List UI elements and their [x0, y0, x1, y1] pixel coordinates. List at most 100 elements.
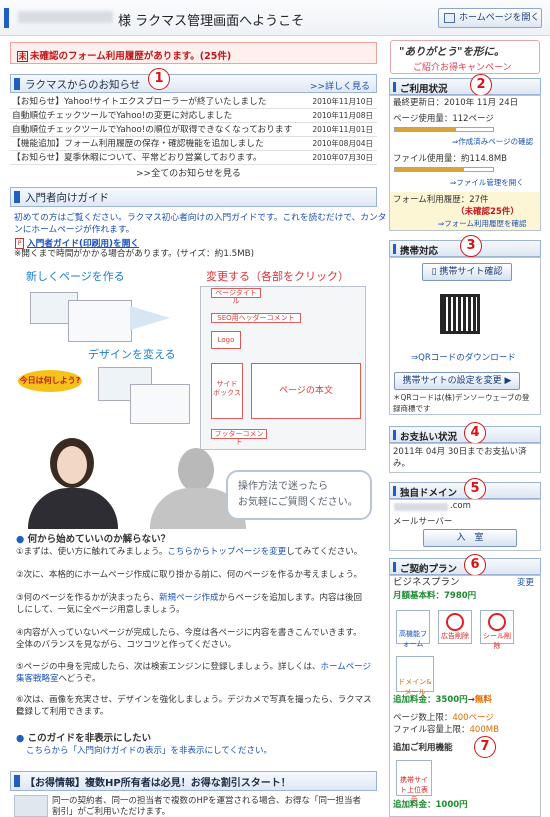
payment-status: 2011年 04月 30日までお支払い済	[393, 447, 527, 457]
all-news-link[interactable]: >>全てのお知らせを見る	[136, 166, 241, 179]
steps-title: ● 何から始めていいのか解らない？	[16, 534, 372, 546]
domain-mail-label: ドメイン&メール	[398, 678, 432, 696]
mobile-settings-label: 携帯サイトの設定を変更	[402, 376, 502, 386]
file-limit: ファイル容量上限：400MB	[393, 724, 499, 736]
step-5: ⑤ページの中身を完成したら、次は検索エンジンに登録しましょう。詳しくは、ホームペ…	[16, 661, 372, 673]
open-homepage-button[interactable]: ホームページを開く	[438, 8, 542, 28]
page-limit: ページ数上限：400ページ	[393, 712, 494, 724]
news-row-title: 【お知らせ】Yahoo!サイトエクスプローラーが終了いたしました	[12, 97, 267, 107]
screen-thumbnail	[130, 384, 190, 424]
guide-intro-line1: 初めての方はご覧ください。ラクマス初心者向けの入門ガイドです。これを読むだけで、…	[14, 213, 387, 223]
mobile-settings-button[interactable]: 携帯サイトの設定を変更 ▶	[394, 372, 520, 390]
open-homepage-label: ホームページを開く	[459, 13, 540, 23]
footer-part[interactable]: フッターコメント	[211, 429, 267, 446]
guide-section-title: 入門者向けガイド	[10, 187, 377, 207]
add-fee-new: 無料	[474, 695, 492, 705]
bullet-icon: ●	[16, 733, 25, 744]
add-fee: 追加料金：3500円→無料	[393, 694, 492, 706]
step5-tail: へどうぞ。	[58, 674, 101, 684]
deal-title: 【お得情報】複数HP所有者は必見！お得な割引スタート！	[25, 778, 291, 789]
arrow-right-icon: ▶	[504, 376, 512, 386]
qr-code-icon	[440, 294, 480, 334]
page-title: 様 ラクマス管理画面へようこそ	[118, 14, 305, 29]
advanced-form-icon: 高機能フォーム	[396, 610, 430, 648]
today-bubble: 今日は何しよう?	[18, 370, 82, 392]
step-1: ①まずは、使い方に触れてみましょう。こちらからトップページを変更してみてください…	[16, 546, 372, 558]
mobile-site-check-button[interactable]: ▯ 携帯サイト確認	[422, 263, 512, 281]
hide-guide-link-text[interactable]: こちらから「入門向けガイドの表示」を非表示にしてください。	[26, 746, 272, 756]
prohibited-mark-icon	[446, 613, 464, 631]
annotation-badge-4: 4	[464, 422, 486, 444]
page-usage-meter	[394, 127, 494, 132]
ad-removal-label: 広告削除	[441, 632, 469, 640]
hide-guide-title: ● このガイドを非表示にしたい	[16, 733, 372, 745]
plan-fee: 月額基本料：7980円	[393, 591, 477, 601]
top-page-edit-link[interactable]: こちらからトップページを変更	[167, 547, 286, 557]
add-fee-label: 追加料金：	[393, 695, 436, 705]
plan-title: ご契約プラン	[400, 564, 458, 575]
window-icon	[444, 13, 455, 23]
pdf-note: ※開くまで時間がかかる場合があります。(サイズ：約1.5MB)	[14, 249, 255, 259]
news-row-title: 【お知らせ】夏季休暇について、平常どおり営業しております。	[12, 153, 262, 163]
mobile-title: 携帯対応	[400, 246, 439, 257]
unconfirmed-form-notice[interactable]: 未未確認のフォーム利用履歴があります。(25件)	[10, 42, 377, 64]
created-pages-link[interactable]: ⇒作成済みページの確認	[452, 136, 533, 148]
woman-face	[57, 446, 87, 484]
help-balloon: 操作方法で迷ったら お気軽にご質問ください。	[226, 470, 372, 520]
deal-text-2: 割引」がご利用いただけます。	[52, 807, 171, 817]
news-row-date: 2010年11月10日	[312, 97, 373, 106]
page-layout-mock: ページタイトル SEO用ヘッダーコメント Logo サイド ボックス ページの本…	[200, 286, 366, 450]
body-part[interactable]: ページの本文	[251, 363, 361, 419]
steps-title-text: 何から始めていいのか解らない？	[27, 534, 171, 545]
news-row[interactable]: 【お知らせ】Yahoo!サイトエクスプローラーが終了いたしました 2010年11月…	[10, 95, 377, 109]
add-fee-arrow: →	[467, 695, 475, 705]
news-row-date: 2010年07月30日	[312, 153, 373, 162]
qr-download-link[interactable]: ⇒QRコードのダウンロード	[411, 352, 516, 364]
news-row[interactable]: 【お知らせ】夏季休暇について、平常どおり営業しております。 2010年07月30日	[10, 151, 377, 165]
sidebox-part[interactable]: サイド ボックス	[211, 363, 243, 419]
page-title-part[interactable]: ページタイトル	[211, 288, 261, 305]
news-row[interactable]: 自動順位チェックツールでYahoo!の変更に対応しました 2010年11月08日	[10, 109, 377, 123]
mail-enter-button[interactable]: 入 室	[423, 529, 517, 547]
step-3: ③何のページを作るかが決まったら、新規ページ作成からページを追加します。内容は後…	[16, 592, 372, 604]
plan-name: ビジネスプラン	[393, 577, 460, 588]
logo-part[interactable]: Logo	[211, 331, 241, 349]
annotation-badge-2: 2	[470, 74, 492, 96]
extra-fee: 追加料金：1000円	[393, 800, 468, 810]
blurred-user-name	[18, 11, 113, 23]
step5-text: ⑤ページの中身を完成したら、次は検索エンジンに登録しましょう。詳しくは、	[16, 662, 321, 672]
deal-section-title: 【お得情報】複数HP所有者は必見！お得な割引スタート！	[10, 771, 377, 791]
news-row[interactable]: 自動順位チェックツールでYahoo!の順位が取得できなくなっております 2010年…	[10, 123, 377, 137]
domain-value: .com	[450, 501, 471, 511]
step-2: ②次に、本格的にホームページ作成に取り掛かる前に、何のページを作るか考えましょう…	[16, 570, 363, 580]
referral-campaign-banner[interactable]: "ありがとう"を形に。 ご紹介お得キャンペーン	[390, 40, 540, 74]
notice-text: 未確認のフォーム利用履歴があります。(25件)	[30, 51, 232, 62]
step3-mid: からページを追加します。内容は後回	[218, 593, 362, 603]
page-limit-label: ページ数上限：	[393, 713, 453, 723]
screen-thumbnail	[68, 300, 132, 342]
new-page-label: 新しくページを作る	[26, 270, 125, 283]
seo-header-part[interactable]: SEO用ヘッダーコメント	[211, 313, 301, 323]
new-page-link[interactable]: 新規ページ作成	[159, 593, 218, 603]
page-header: 様 ラクマス管理画面へようこそ ホームページを開く	[0, 0, 550, 36]
qr-trademark-note-2: 録商標です	[393, 404, 431, 413]
seo-strategy-link[interactable]: ホームページ	[320, 662, 371, 672]
unconfirmed-mark-icon: 未	[17, 51, 28, 62]
file-manager-link[interactable]: ⇒ファイル管理を開く	[450, 177, 524, 189]
news-more-link[interactable]: >>詳しく見る	[310, 79, 370, 92]
hide-guide-link[interactable]: こちらから「入門向けガイドの表示」を非表示にしてください。	[26, 745, 382, 757]
seo-strategy-link-2[interactable]: 集客戦略室	[16, 674, 59, 684]
guide-title: 入門者向けガイド	[25, 192, 109, 204]
balloon-line1: 操作方法で迷ったら	[238, 481, 328, 492]
form-history-link[interactable]: ⇒フォーム利用履歴を確認	[438, 218, 527, 230]
news-row-date: 2010年08月04日	[312, 139, 373, 148]
plan-change-link[interactable]: 変更	[517, 577, 534, 589]
step-3-cont: しにして、一気に全ページ用意しましょう。	[16, 605, 185, 615]
page-usage: ページ使用量：112ページ	[393, 114, 494, 124]
ad-removal-icon: 広告削除	[438, 610, 472, 644]
form-usage: フォーム利用履歴：27件	[393, 195, 489, 205]
domain-mail-icon: ドメイン&メール	[396, 656, 434, 696]
news-row[interactable]: 【機能追加】フォーム利用履歴の保存・確認機能を追加しました 2010年08月04日	[10, 137, 377, 151]
extra-features-title: 追加ご利用機能	[393, 743, 453, 753]
header-accent-bar	[4, 8, 9, 28]
